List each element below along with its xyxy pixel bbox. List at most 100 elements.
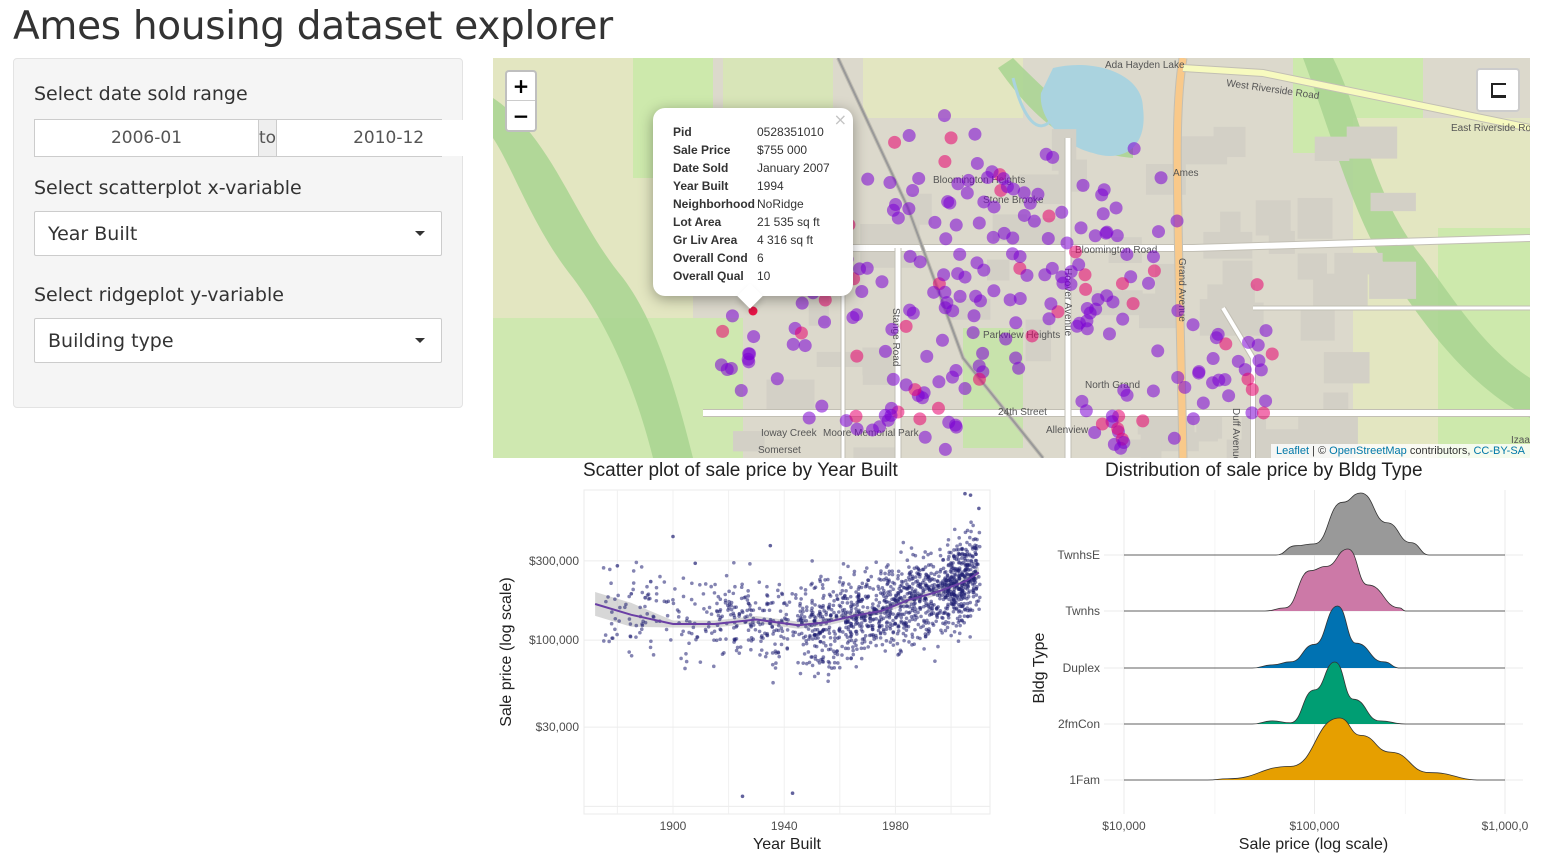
scatter-point xyxy=(807,637,811,641)
scatter-point xyxy=(681,576,686,580)
scatter-point xyxy=(945,625,950,630)
map-block xyxy=(1300,307,1335,341)
house-marker xyxy=(1009,316,1023,330)
scatter-point xyxy=(963,586,968,590)
x-tick-label: 1940 xyxy=(771,819,798,833)
house-marker xyxy=(1126,297,1140,311)
scatter-point xyxy=(884,624,889,629)
scatter-point xyxy=(905,582,909,587)
house-marker xyxy=(878,344,892,358)
scatter-point xyxy=(804,641,809,646)
scatter-point xyxy=(812,633,816,638)
scatter-point xyxy=(907,591,911,595)
scatter-point xyxy=(845,641,850,645)
scatter-point xyxy=(963,562,967,566)
scatter-point xyxy=(802,615,807,619)
house-marker xyxy=(937,268,951,282)
map-attribution: Leaflet | © OpenStreetMap contributors, … xyxy=(1270,444,1530,458)
date-start-input[interactable] xyxy=(35,120,258,156)
x-axis-label: Sale price (log scale) xyxy=(1239,836,1388,853)
scatter-point xyxy=(927,605,932,610)
scatter-point xyxy=(812,644,817,648)
scatter-point xyxy=(849,606,854,611)
scatter-point xyxy=(753,601,758,605)
scatter-point xyxy=(891,587,896,592)
leaflet-map[interactable]: Ada Hayden Lake West Riverside Road East R… xyxy=(493,58,1530,458)
scatter-point xyxy=(648,645,653,650)
scatter-point xyxy=(712,638,716,642)
date-end-input[interactable] xyxy=(277,120,501,156)
osm-link[interactable]: OpenStreetMap xyxy=(1329,445,1407,457)
popup-value: 0528351010 xyxy=(757,125,824,139)
scatter-point xyxy=(886,590,890,594)
scatter-point xyxy=(705,610,709,614)
house-marker xyxy=(1254,363,1268,377)
scatter-point xyxy=(737,612,742,616)
map-label: Ames xyxy=(1173,168,1199,179)
scatter-point xyxy=(898,608,902,612)
scatter-point xyxy=(888,609,892,614)
house-marker xyxy=(1178,380,1192,394)
popup-close-button[interactable]: × xyxy=(834,110,847,129)
scatter-point xyxy=(958,623,962,628)
popup-key: Lot Area xyxy=(673,215,722,229)
scatter-point xyxy=(740,609,744,613)
scatter-point xyxy=(890,569,895,574)
scatter-point xyxy=(631,581,636,585)
scatter-point xyxy=(949,562,954,566)
scatter-point xyxy=(907,565,911,569)
scatter-point xyxy=(731,591,736,596)
scatter-point xyxy=(916,581,921,586)
license-link[interactable]: CC-BY-SA xyxy=(1473,445,1525,457)
house-marker xyxy=(741,352,755,366)
scatter-point xyxy=(859,656,864,661)
house-marker xyxy=(906,184,920,198)
scatter-point xyxy=(761,636,765,640)
zoom-out-button[interactable]: − xyxy=(507,101,535,130)
scatter-point xyxy=(677,609,681,614)
scatter-point xyxy=(977,575,981,579)
map-block xyxy=(1297,253,1328,280)
scatter-point xyxy=(758,653,762,657)
scatter-point xyxy=(689,597,694,602)
scatter-point xyxy=(831,590,836,594)
scatter-point xyxy=(977,544,982,549)
scatter-point xyxy=(832,660,837,665)
scatter-point xyxy=(709,584,713,589)
scatter-point xyxy=(902,638,906,643)
leaflet-link[interactable]: Leaflet xyxy=(1276,445,1309,457)
scatter-point xyxy=(808,633,812,638)
y-variable-select[interactable]: Building type xyxy=(34,318,442,363)
scatter-point xyxy=(871,602,875,606)
scatter-point xyxy=(664,600,669,604)
house-marker xyxy=(1003,293,1017,307)
map-block xyxy=(1255,200,1291,236)
scatter-point xyxy=(952,548,956,552)
scatter-point xyxy=(671,534,675,539)
scatter-point xyxy=(803,588,808,592)
scatter-point xyxy=(962,614,967,618)
scatter-point xyxy=(837,635,842,640)
scatter-point xyxy=(812,619,816,623)
scatter-point xyxy=(734,636,739,641)
scatter-point xyxy=(878,591,883,595)
scatter-point xyxy=(785,646,790,650)
fullscreen-button[interactable] xyxy=(1476,68,1520,112)
scatter-point xyxy=(923,596,928,600)
scatter-point xyxy=(854,590,858,594)
y-variable-label: Select ridgeplot y-variable xyxy=(34,284,284,306)
house-marker xyxy=(940,296,954,310)
scatter-point xyxy=(904,610,909,614)
scatter-point xyxy=(885,578,890,583)
house-marker xyxy=(1186,318,1200,332)
scatter-point xyxy=(949,550,953,555)
popup-value: 21 535 sq ft xyxy=(757,215,820,229)
scatter-point xyxy=(818,639,823,644)
house-marker xyxy=(1044,297,1058,311)
scatter-point xyxy=(935,570,939,575)
x-variable-select[interactable]: Year Built xyxy=(34,211,442,256)
zoom-in-button[interactable]: + xyxy=(507,72,535,101)
scatter-point xyxy=(900,572,904,576)
scatter-point xyxy=(893,593,898,598)
scatter-point xyxy=(745,598,750,602)
